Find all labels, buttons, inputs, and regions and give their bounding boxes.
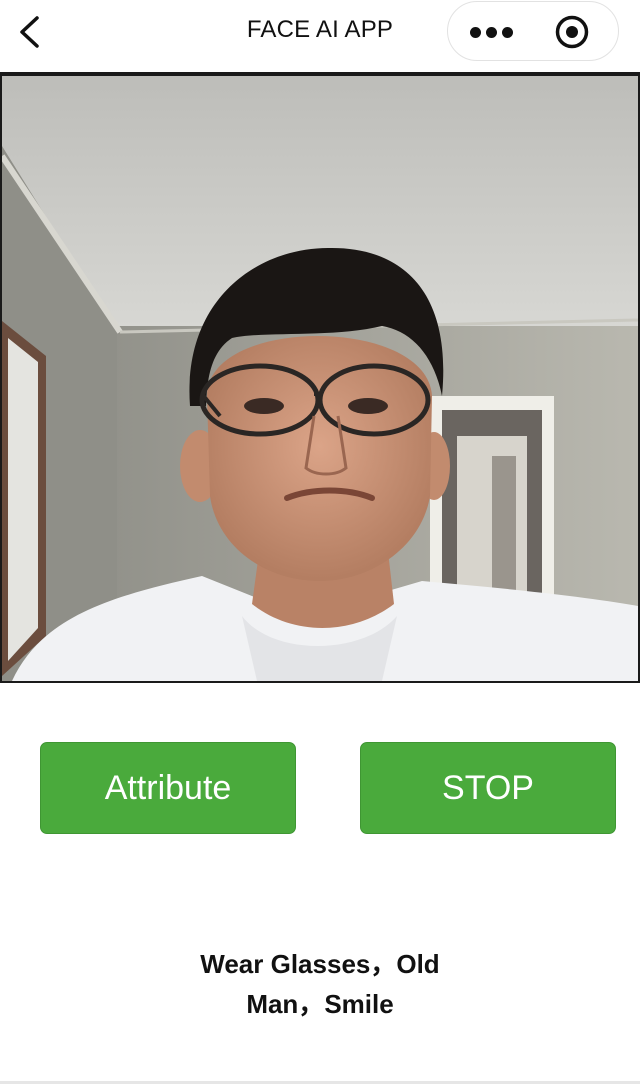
more-dot [502,27,513,38]
record-target-icon [555,15,589,49]
camera-feed-image [2,76,638,681]
more-dots-icon [470,27,481,38]
navigation-bar: FACE AI APP [0,0,640,74]
camera-preview [0,74,640,683]
capsule-divider [534,18,535,46]
more-button[interactable] [462,10,522,54]
result-line-2: Man，Smile [246,989,394,1019]
more-dot [486,27,497,38]
mini-program-capsule [447,1,619,61]
attribute-result: Wear Glasses，Old Man，Smile [120,944,520,1024]
close-program-button[interactable] [554,14,590,50]
result-line-1: Wear Glasses，Old [200,949,440,979]
attribute-button[interactable]: Attribute [40,742,296,834]
stop-button[interactable]: STOP [360,742,616,834]
